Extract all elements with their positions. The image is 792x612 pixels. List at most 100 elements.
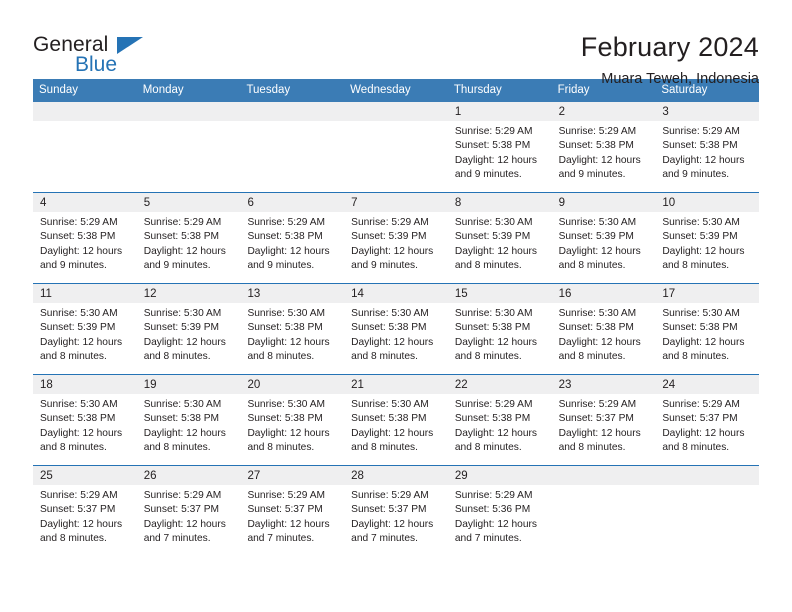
sunrise-time: Sunrise: 5:29 AM [247,217,326,228]
day-details: Sunrise: 5:29 AM Sunset: 5:38 PM Daylight:… [552,121,656,182]
sunrise-time: Sunrise: 5:30 AM [247,308,326,319]
sunrise-time: Sunrise: 5:29 AM [454,126,533,137]
daylight-duration-line-2: and 8 minutes. [662,259,730,271]
day-details: Sunrise: 5:30 AM Sunset: 5:39 PM Daylight:… [655,212,759,273]
calendar-day-cell[interactable]: 20 Sunrise: 5:30 AM Sunset: 5:38 PM Dayligh… [240,375,345,465]
day-number: 15 [447,284,552,303]
calendar-day-cell[interactable]: 5 Sunrise: 5:29 AM Sunset: 5:38 PM Daylight… [136,193,241,283]
sunset-time: Sunset: 5:39 PM [558,231,634,243]
daylight-duration-line-1: Daylight: 12 hours [351,245,434,257]
day-number: 13 [240,284,345,303]
daylight-duration-line-1: Daylight: 12 hours [351,427,434,439]
calendar-day-cell[interactable]: 19 Sunrise: 5:30 AM Sunset: 5:38 PM Dayligh… [136,375,241,465]
calendar-day-cell[interactable]: 21 Sunrise: 5:30 AM Sunset: 5:38 PM Dayligh… [344,375,448,465]
day-details: Sunrise: 5:30 AM Sunset: 5:39 PM Daylight:… [137,303,241,364]
sunrise-time: Sunrise: 5:29 AM [247,490,326,501]
calendar-day-cell[interactable]: 12 Sunrise: 5:30 AM Sunset: 5:39 PM Dayligh… [136,284,241,374]
sunset-time: Sunset: 5:37 PM [143,504,220,516]
calendar-day-cell[interactable]: 28 Sunrise: 5:29 AM Sunset: 5:37 PM Dayligh… [344,466,448,556]
calendar-day-cell-empty [33,102,137,192]
daylight-duration-line-1: Daylight: 12 hours [454,245,537,257]
day-number: 8 [447,193,552,212]
daylight-duration-line-2: and 8 minutes. [247,441,315,453]
sunset-time: Sunset: 5:38 PM [351,322,427,334]
daylight-duration-line-2: and 9 minutes. [351,259,418,271]
sunrise-time: Sunrise: 5:29 AM [351,490,429,501]
calendar-day-cell[interactable]: 4 Sunrise: 5:29 AM Sunset: 5:38 PM Daylight… [33,193,137,283]
calendar-day-cell[interactable]: 9 Sunrise: 5:30 AM Sunset: 5:39 PM Daylight… [551,193,656,283]
calendar-day-cell[interactable]: 8 Sunrise: 5:30 AM Sunset: 5:39 PM Daylight… [447,193,552,283]
sunrise-time: Sunrise: 5:29 AM [143,217,222,228]
sunrise-time: Sunrise: 5:30 AM [143,308,222,319]
calendar-day-cell[interactable]: 3 Sunrise: 5:29 AM Sunset: 5:38 PM Daylight… [655,102,760,192]
day-number: 28 [344,466,448,485]
sunrise-time: Sunrise: 5:30 AM [662,308,740,319]
calendar-day-cell[interactable]: 18 Sunrise: 5:30 AM Sunset: 5:38 PM Dayligh… [33,375,137,465]
calendar-week-row: 4 Sunrise: 5:29 AM Sunset: 5:38 PM Daylight… [33,192,760,283]
day-details: Sunrise: 5:30 AM Sunset: 5:38 PM Daylight:… [655,303,759,364]
day-details: Sunrise: 5:30 AM Sunset: 5:39 PM Daylight:… [552,212,656,273]
sunrise-time: Sunrise: 5:29 AM [558,126,637,137]
daylight-duration-line-1: Daylight: 12 hours [558,427,641,439]
calendar-day-cell[interactable]: 7 Sunrise: 5:29 AM Sunset: 5:39 PM Daylight… [344,193,448,283]
calendar-day-cell[interactable]: 13 Sunrise: 5:30 AM Sunset: 5:38 PM Dayligh… [240,284,345,374]
day-number: 11 [33,284,137,303]
calendar-grid: Sunday Monday Tuesday Wednesday Thursday… [33,79,760,556]
calendar-day-cell[interactable]: 25 Sunrise: 5:29 AM Sunset: 5:37 PM Dayligh… [33,466,137,556]
daylight-duration-line-1: Daylight: 12 hours [247,427,330,439]
daylight-duration-line-2: and 8 minutes. [351,441,418,453]
calendar-day-cell[interactable]: 15 Sunrise: 5:30 AM Sunset: 5:38 PM Dayligh… [447,284,552,374]
daylight-duration-line-1: Daylight: 12 hours [558,154,641,166]
sunset-time: Sunset: 5:37 PM [351,504,427,516]
day-details: Sunrise: 5:30 AM Sunset: 5:39 PM Daylight:… [448,212,552,273]
day-number: 5 [136,193,241,212]
sunrise-time: Sunrise: 5:30 AM [454,308,533,319]
day-number: 1 [447,102,552,121]
calendar-day-cell[interactable]: 11 Sunrise: 5:30 AM Sunset: 5:39 PM Dayligh… [33,284,137,374]
sunrise-time: Sunrise: 5:29 AM [454,490,533,501]
calendar-weeks: 1 Sunrise: 5:29 AM Sunset: 5:38 PM Daylight… [33,102,760,556]
calendar-day-cell[interactable]: 2 Sunrise: 5:29 AM Sunset: 5:38 PM Daylight… [551,102,656,192]
sunset-time: Sunset: 5:38 PM [40,231,116,243]
daylight-duration-line-2: and 7 minutes. [247,532,315,544]
day-details: Sunrise: 5:29 AM Sunset: 5:37 PM Daylight:… [240,485,344,546]
day-number: 6 [240,193,345,212]
day-number: 10 [655,193,760,212]
calendar-day-cell[interactable]: 6 Sunrise: 5:29 AM Sunset: 5:38 PM Daylight… [240,193,345,283]
calendar-day-cell-empty [136,102,241,192]
calendar-day-cell[interactable]: 16 Sunrise: 5:30 AM Sunset: 5:38 PM Dayligh… [551,284,656,374]
calendar-day-cell[interactable]: 10 Sunrise: 5:30 AM Sunset: 5:39 PM Dayligh… [655,193,760,283]
day-details: Sunrise: 5:29 AM Sunset: 5:38 PM Daylight:… [448,394,552,455]
calendar-day-cell[interactable]: 14 Sunrise: 5:30 AM Sunset: 5:38 PM Dayligh… [344,284,448,374]
day-number: 9 [551,193,656,212]
day-number [655,466,760,485]
calendar-day-cell[interactable]: 17 Sunrise: 5:30 AM Sunset: 5:38 PM Dayligh… [655,284,760,374]
calendar-day-cell[interactable]: 27 Sunrise: 5:29 AM Sunset: 5:37 PM Dayligh… [240,466,345,556]
daylight-duration-line-2: and 8 minutes. [454,441,522,453]
calendar-day-cell[interactable]: 23 Sunrise: 5:29 AM Sunset: 5:37 PM Dayligh… [551,375,656,465]
calendar-day-cell[interactable]: 24 Sunrise: 5:29 AM Sunset: 5:37 PM Dayligh… [655,375,760,465]
calendar-day-cell[interactable]: 22 Sunrise: 5:29 AM Sunset: 5:38 PM Dayligh… [447,375,552,465]
day-details: Sunrise: 5:29 AM Sunset: 5:38 PM Daylight:… [655,121,759,182]
daylight-duration-line-2: and 9 minutes. [143,259,211,271]
sunset-time: Sunset: 5:38 PM [558,140,634,152]
daylight-duration-line-2: and 9 minutes. [558,168,626,180]
sunrise-time: Sunrise: 5:30 AM [558,217,637,228]
daylight-duration-line-1: Daylight: 12 hours [454,336,537,348]
sunset-time: Sunset: 5:39 PM [143,322,220,334]
daylight-duration-line-1: Daylight: 12 hours [454,518,537,530]
daylight-duration-line-2: and 8 minutes. [558,441,626,453]
day-number: 19 [136,375,241,394]
sunset-time: Sunset: 5:38 PM [662,322,738,334]
daylight-duration-line-2: and 8 minutes. [40,532,107,544]
sunrise-time: Sunrise: 5:30 AM [40,308,118,319]
sunset-time: Sunset: 5:38 PM [247,322,323,334]
weekday-header-friday: Friday [557,84,590,96]
daylight-duration-line-1: Daylight: 12 hours [247,518,330,530]
sunset-time: Sunset: 5:38 PM [143,413,220,425]
sunset-time: Sunset: 5:38 PM [558,322,634,334]
calendar-day-cell[interactable]: 26 Sunrise: 5:29 AM Sunset: 5:37 PM Dayligh… [136,466,241,556]
sunset-time: Sunset: 5:37 PM [558,413,634,425]
calendar-day-cell[interactable]: 1 Sunrise: 5:29 AM Sunset: 5:38 PM Daylight… [447,102,552,192]
calendar-day-cell[interactable]: 29 Sunrise: 5:29 AM Sunset: 5:36 PM Dayligh… [447,466,552,556]
